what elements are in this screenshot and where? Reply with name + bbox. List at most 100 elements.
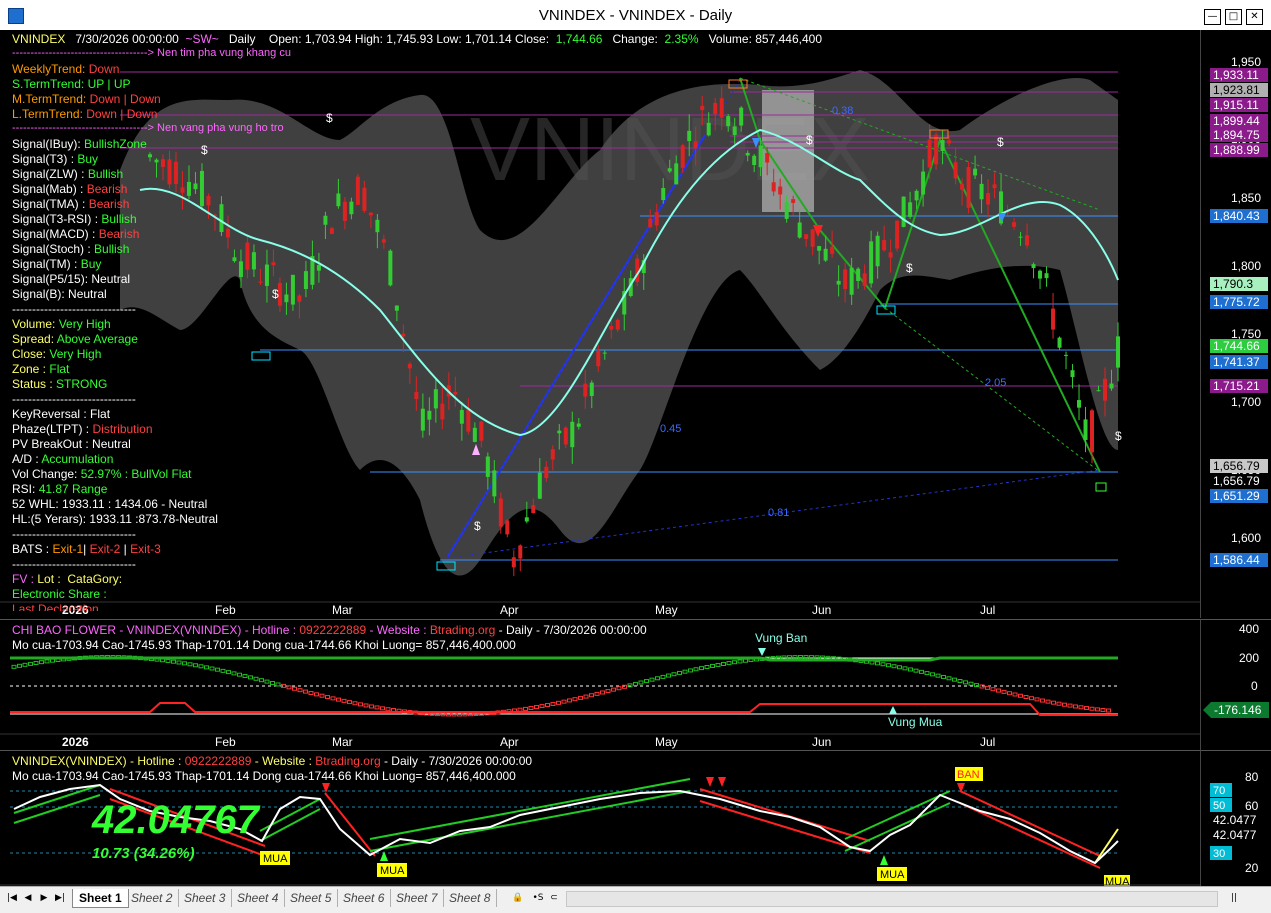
maximize-button[interactable]: □	[1225, 9, 1242, 25]
price-axis[interactable]: 1,9501,9001,8501,8001,7501,7001,6501,600…	[1200, 30, 1271, 618]
horizontal-scrollbar[interactable]	[566, 891, 1218, 907]
flower-bar	[715, 662, 721, 667]
flower-bar	[809, 655, 814, 660]
candle-body	[362, 187, 367, 211]
signal-tags: MUA MUA MUA BAN MUA	[260, 767, 1130, 887]
sheet-tab[interactable]: Sheet 5	[284, 889, 339, 907]
x-tick-label: Feb	[215, 603, 236, 617]
candle-body	[1077, 400, 1082, 408]
flower-bar	[44, 659, 50, 664]
amibroker-window: VNINDEX - VNINDEX - Daily — □ ✕ VNINDEX	[0, 0, 1271, 913]
sheet-tab[interactable]: Sheet 8	[443, 889, 498, 907]
svg-text:$: $	[1115, 429, 1122, 443]
flower-bar	[1062, 702, 1067, 707]
flower-bar	[380, 706, 385, 711]
flower-bar	[941, 674, 946, 679]
flower-bar	[644, 679, 649, 684]
flower-bar	[28, 661, 33, 666]
flower-bar	[204, 665, 209, 670]
scroll-handle-icon[interactable]: ||	[1228, 891, 1240, 905]
flower-bar	[1106, 708, 1111, 713]
price-tick-label: 1,700	[1231, 395, 1261, 409]
next-sheet-button[interactable]: ▶	[38, 891, 50, 905]
first-sheet-button[interactable]: |◀	[6, 891, 18, 905]
flower-bar	[220, 668, 226, 673]
sheet-tab[interactable]: Sheet 3	[178, 889, 233, 907]
sheet-tab[interactable]: Sheet 1	[72, 889, 129, 908]
price-pane[interactable]: VNINDEX	[0, 30, 1271, 618]
flower-bar	[523, 706, 528, 711]
candle-body	[1103, 378, 1108, 401]
flower-bar	[693, 667, 699, 672]
lock-icon[interactable]: 🔒	[512, 891, 524, 905]
scale-icon[interactable]: •S	[530, 891, 546, 905]
flower-pane[interactable]: Vung Ban Vung Mua 2026 Feb Mar Apr May J…	[0, 619, 1271, 750]
flower-bar	[226, 670, 231, 675]
svg-text:Mar: Mar	[332, 735, 353, 749]
last-sheet-button[interactable]: ▶|	[54, 891, 66, 905]
candle-body	[388, 250, 393, 286]
flower-bar	[688, 668, 693, 673]
rsi-axis[interactable]: 80 60 40 20 70 50 30 42.0477 42.0477	[1200, 750, 1271, 887]
candle-body	[888, 252, 893, 258]
candle-body	[674, 163, 679, 185]
flower-bar	[182, 661, 187, 666]
candle-body	[797, 222, 802, 238]
flower-axis[interactable]: 400 200 0 -176.146	[1200, 619, 1271, 750]
svg-text:Apr: Apr	[500, 735, 519, 749]
candle-body	[609, 326, 614, 330]
candle-body	[219, 204, 224, 233]
flower-bar	[902, 666, 908, 671]
svg-text:Jul: Jul	[980, 735, 995, 749]
candle-body	[544, 466, 549, 478]
split-icon[interactable]: ⊂	[548, 891, 560, 905]
flower-bar	[1012, 692, 1018, 697]
candle-body	[492, 470, 497, 497]
svg-text:MUA: MUA	[263, 853, 288, 865]
flower-bar	[919, 669, 924, 674]
sheet-tab[interactable]: Sheet 2	[125, 889, 180, 907]
prev-sheet-button[interactable]: ◀	[22, 891, 34, 905]
sheet-tab[interactable]: Sheet 7	[390, 889, 445, 907]
minimize-button[interactable]: —	[1204, 9, 1221, 25]
flower-bar	[622, 684, 627, 689]
up-arrow-icon	[889, 706, 897, 714]
price-level-label: 1,899.44	[1213, 114, 1260, 128]
candle-body	[303, 271, 308, 290]
candle-body	[323, 215, 328, 225]
sheet-tab[interactable]: Sheet 6	[337, 889, 392, 907]
price-level-label: 1,888.99	[1213, 143, 1260, 157]
candle-body	[466, 409, 471, 432]
flower-bar	[1100, 707, 1106, 712]
svg-text:42.0477: 42.0477	[1213, 813, 1257, 827]
fib-label: 0.45	[660, 423, 681, 435]
price-level-label: 1,741.37	[1213, 355, 1260, 369]
flower-bar	[330, 696, 336, 701]
flower-bar	[1089, 706, 1095, 711]
sheet-tab-bar: |◀ ◀ ▶ ▶| Sheet 1 Sheet 2 Sheet 3 Sheet 4 Sh…	[0, 886, 1271, 913]
close-value: 1,744.66	[555, 32, 603, 46]
flower-bar	[528, 706, 534, 711]
flower-bar	[242, 674, 248, 679]
candle-body	[271, 262, 276, 266]
candle-body	[979, 183, 984, 200]
sell-line	[10, 702, 1118, 716]
sheet-tab[interactable]: Sheet 4	[231, 889, 286, 907]
close-button[interactable]: ✕	[1246, 9, 1263, 25]
rsi-axis-labels: 80 60 40 20 70 50 30 42.0477 42.0477	[1210, 770, 1268, 875]
svg-text:20: 20	[1245, 861, 1259, 875]
flower-bar	[699, 666, 704, 671]
candle-body	[810, 229, 815, 247]
candle-body	[1109, 383, 1114, 389]
candle-body	[1070, 370, 1075, 378]
candle-body	[336, 193, 341, 207]
flower-bar	[1007, 691, 1012, 696]
candle-body	[381, 239, 386, 243]
title-bar: VNINDEX - VNINDEX - Daily — □ ✕	[0, 0, 1271, 31]
rsi-pane[interactable]: 42.04767 10.73 (34.26%) MUA MUA MUA BAN …	[0, 750, 1271, 887]
candle-body	[862, 273, 867, 286]
period-label: Daily	[228, 32, 256, 46]
flower-bar	[539, 704, 545, 709]
candle-body	[693, 141, 698, 149]
flower-bar	[374, 705, 380, 710]
